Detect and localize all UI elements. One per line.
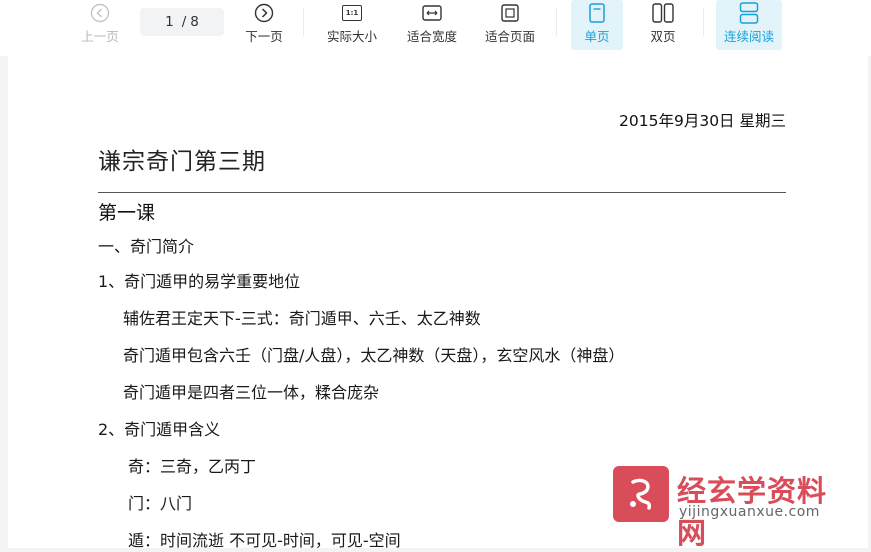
continuous-scroll-icon bbox=[739, 1, 759, 25]
watermark-url: yijingxuanxue.com bbox=[679, 504, 820, 520]
toolbar-divider bbox=[703, 8, 704, 36]
fit-width-button[interactable]: 适合宽度 bbox=[400, 0, 464, 50]
actual-size-button[interactable]: 1:1 实际大小 bbox=[320, 0, 384, 50]
paragraph-line: 辅佐君王定天下-三式：奇门遁甲、六壬、太乙神数 bbox=[123, 309, 481, 328]
prev-page-label: 上一页 bbox=[81, 29, 119, 44]
double-page-button[interactable]: 双页 bbox=[637, 0, 689, 50]
actual-size-icon: 1:1 bbox=[342, 1, 362, 25]
toolbar-divider bbox=[303, 8, 304, 36]
single-page-label: 单页 bbox=[584, 29, 610, 44]
paragraph-line: 奇门遁甲是四者三位一体，糅合庞杂 bbox=[123, 383, 380, 402]
section-heading: 一、奇门简介 bbox=[98, 237, 195, 256]
double-page-label: 双页 bbox=[650, 29, 676, 44]
chevron-left-circle-icon bbox=[90, 1, 110, 25]
watermark: 经玄学资料网 yijingxuanxue.com bbox=[613, 466, 853, 550]
continuous-read-label: 连续阅读 bbox=[723, 29, 774, 44]
prev-page-button[interactable]: 上一页 bbox=[78, 0, 122, 50]
document-date: 2015年9月30日 星期三 bbox=[619, 112, 786, 130]
lesson-heading: 第一课 bbox=[98, 202, 156, 224]
fit-page-label: 适合页面 bbox=[484, 29, 535, 44]
next-page-button[interactable]: 下一页 bbox=[242, 0, 286, 50]
page-number-box[interactable]: 1 / 8 bbox=[140, 8, 224, 36]
toolbar-divider bbox=[556, 8, 557, 36]
page-separator: / bbox=[181, 14, 187, 30]
title-divider bbox=[98, 192, 786, 193]
fit-width-label: 适合宽度 bbox=[406, 29, 457, 44]
chevron-right-circle-icon bbox=[254, 1, 274, 25]
total-pages: 8 bbox=[190, 14, 199, 30]
paragraph-line: 遁：时间流逝 不可见-时间，可见-空间 bbox=[128, 531, 401, 550]
continuous-read-button[interactable]: 连续阅读 bbox=[716, 0, 782, 50]
current-page-input[interactable]: 1 bbox=[165, 14, 174, 30]
paragraph-line: 奇门遁甲包含六壬（门盘/人盘），太乙神数（天盘），玄空风水（神盘） bbox=[123, 346, 625, 365]
paragraph-line: 门：八门 bbox=[128, 494, 193, 513]
single-page-icon bbox=[589, 1, 605, 25]
watermark-logo-icon bbox=[613, 466, 669, 522]
list-item-heading: 2、奇门遁甲含义 bbox=[98, 420, 221, 439]
toolbar: 上一页 1 / 8 下一页 1:1 实际大小 适合宽度 适合页面 单页 双页 连… bbox=[0, 0, 871, 56]
actual-size-label: 实际大小 bbox=[326, 29, 377, 44]
paragraph-line: 奇：三奇，乙丙丁 bbox=[128, 457, 257, 476]
single-page-button[interactable]: 单页 bbox=[571, 0, 623, 50]
fit-page-button[interactable]: 适合页面 bbox=[478, 0, 542, 50]
document-title: 谦宗奇门第三期 bbox=[98, 149, 266, 175]
next-page-label: 下一页 bbox=[245, 29, 283, 44]
double-page-icon bbox=[652, 1, 674, 25]
fit-page-icon bbox=[501, 1, 519, 25]
fit-width-icon bbox=[422, 1, 442, 25]
list-item-heading: 1、奇门遁甲的易学重要地位 bbox=[98, 272, 301, 291]
